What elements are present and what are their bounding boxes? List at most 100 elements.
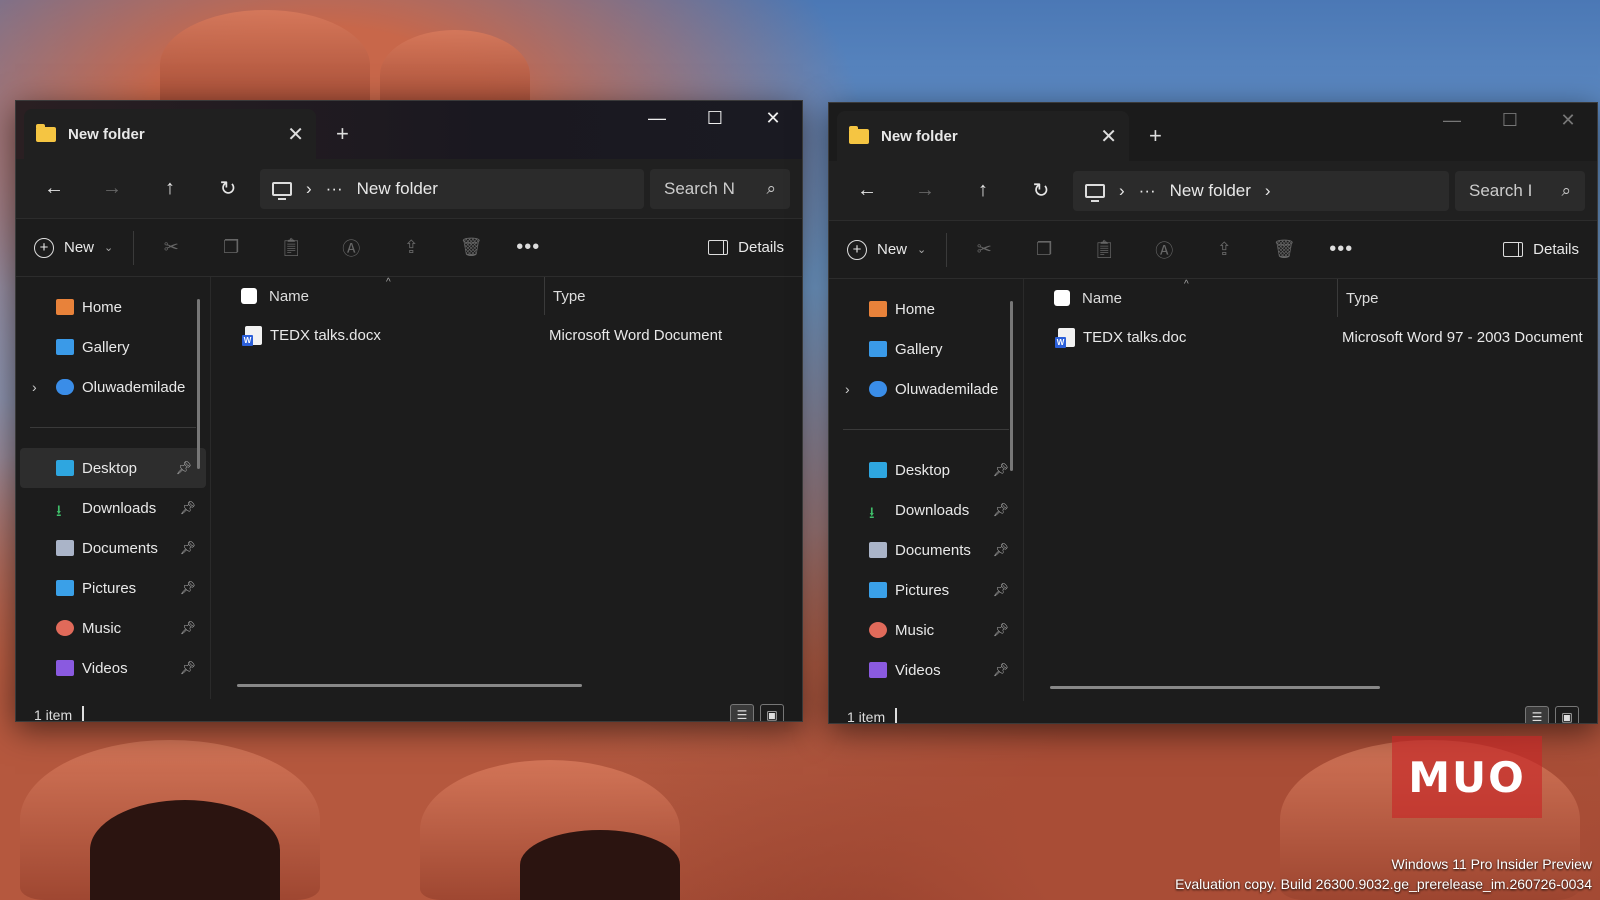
new-label: New [877, 241, 908, 258]
share-icon[interactable]: ⇪ [388, 237, 434, 258]
sidebar-item-desktop[interactable]: Desktop 📌︎ [829, 450, 1023, 490]
back-button[interactable]: ← [841, 173, 893, 209]
sidebar-item-desktop[interactable]: Desktop 📌︎ [20, 448, 206, 488]
close-tab-icon[interactable]: ✕ [1100, 124, 1117, 149]
sidebar-item-gallery[interactable]: Gallery [16, 327, 210, 367]
file-row[interactable]: TEDX talks.doc Microsoft Word 97 - 2003 … [1024, 317, 1597, 357]
breadcrumb[interactable]: New folder [1170, 181, 1251, 201]
chevron-right-icon[interactable]: › [1119, 181, 1125, 201]
tiles-view-icon[interactable]: ▣ [1555, 706, 1579, 723]
more-options-icon[interactable]: ••• [516, 236, 540, 259]
more-options-icon[interactable]: ••• [1329, 238, 1353, 261]
new-tab-button[interactable]: + [336, 121, 349, 147]
expand-chevron-icon[interactable]: › [32, 379, 37, 395]
sidebar-divider [843, 429, 1009, 430]
sidebar-item-documents[interactable]: Documents 📌︎ [829, 530, 1023, 570]
sidebar-item-gallery[interactable]: Gallery [829, 329, 1023, 369]
search-input[interactable]: Search I ⌕ [1455, 170, 1585, 211]
column-header-type[interactable]: Type [544, 277, 586, 315]
sidebar-item-downloads[interactable]: ⭳ Downloads 📌︎ [829, 490, 1023, 530]
column-header-type[interactable]: Type [1337, 279, 1379, 317]
refresh-button[interactable]: ↻ [1015, 173, 1067, 209]
rename-icon[interactable]: Ⓐ [1141, 237, 1187, 263]
up-button[interactable]: ↑ [957, 173, 1009, 209]
maximize-button[interactable]: ☐ [1481, 103, 1539, 137]
new-button[interactable]: + New ⌄ [847, 232, 948, 267]
close-window-button[interactable]: ✕ [1539, 103, 1597, 137]
sidebar-item-videos[interactable]: Videos 📌︎ [16, 648, 210, 688]
search-input[interactable]: Search N ⌕ [650, 168, 790, 209]
forward-button[interactable]: → [86, 171, 138, 207]
rename-icon[interactable]: Ⓐ [328, 235, 374, 261]
column-header-name[interactable]: Name [269, 288, 544, 305]
pin-icon: 📌︎ [992, 622, 1009, 637]
minimize-button[interactable]: — [1423, 103, 1481, 137]
tiles-view-icon[interactable]: ▣ [760, 704, 784, 721]
sidebar-item-pictures[interactable]: Pictures 📌︎ [16, 568, 210, 608]
more-breadcrumbs-icon[interactable]: ··· [326, 179, 343, 199]
column-header-name[interactable]: Name [1082, 290, 1337, 307]
expand-chevron-icon[interactable]: › [845, 381, 850, 397]
cut-icon[interactable]: ✂ [961, 239, 1007, 260]
details-view-icon[interactable]: ☰ [1525, 706, 1549, 723]
select-all-checkbox[interactable] [241, 288, 257, 304]
tab-label: New folder [68, 125, 145, 143]
sidebar-item-music[interactable]: Music 📌︎ [16, 608, 210, 648]
sidebar-scrollbar[interactable] [1010, 301, 1013, 471]
documents-icon [869, 542, 887, 558]
maximize-button[interactable]: ☐ [686, 101, 744, 135]
select-all-checkbox[interactable] [1054, 290, 1070, 306]
pin-icon: 📌︎ [179, 660, 196, 675]
details-view-icon[interactable]: ☰ [730, 704, 754, 721]
file-row[interactable]: TEDX talks.docx Microsoft Word Document [211, 315, 802, 355]
back-button[interactable]: ← [28, 171, 80, 207]
chevron-right-icon[interactable]: › [306, 179, 312, 199]
status-bar: 1 item ☰ ▣ [829, 701, 1597, 723]
sidebar-item-music[interactable]: Music 📌︎ [829, 610, 1023, 650]
window-controls: — ☐ ✕ [1423, 103, 1597, 137]
music-icon [869, 622, 887, 638]
navigation-pane: Home Gallery › Oluwademilade Desktop 📌︎ … [16, 277, 211, 699]
address-bar[interactable]: › ··· New folder [260, 168, 644, 209]
sidebar-item-onedrive[interactable]: › Oluwademilade [16, 367, 210, 407]
minimize-button[interactable]: — [628, 101, 686, 135]
new-button[interactable]: + New ⌄ [34, 230, 135, 265]
onedrive-cloud-icon [869, 381, 887, 397]
documents-icon [56, 540, 74, 556]
paste-icon[interactable]: 📋︎ [1081, 239, 1127, 260]
breadcrumb[interactable]: New folder [357, 179, 438, 199]
forward-button[interactable]: → [899, 173, 951, 209]
command-bar: + New ⌄ ✂ ❐ 📋︎ Ⓐ ⇪ 🗑︎ ••• Details [829, 221, 1597, 279]
sidebar-item-home[interactable]: Home [829, 289, 1023, 329]
cut-icon[interactable]: ✂ [148, 237, 194, 258]
address-bar[interactable]: › ··· New folder › [1073, 170, 1449, 211]
paste-icon[interactable]: 📋︎ [268, 237, 314, 258]
copy-icon[interactable]: ❐ [208, 237, 254, 258]
tab-new-folder[interactable]: New folder ✕ [837, 111, 1129, 161]
details-button[interactable]: Details [708, 239, 784, 256]
sidebar-item-documents[interactable]: Documents 📌︎ [16, 528, 210, 568]
delete-icon[interactable]: 🗑︎ [1261, 239, 1307, 260]
delete-icon[interactable]: 🗑︎ [448, 237, 494, 258]
copy-icon[interactable]: ❐ [1021, 239, 1067, 260]
more-breadcrumbs-icon[interactable]: ··· [1139, 181, 1156, 201]
close-window-button[interactable]: ✕ [744, 101, 802, 135]
chevron-right-icon[interactable]: › [1265, 181, 1271, 201]
horizontal-scrollbar[interactable] [1050, 686, 1380, 689]
refresh-button[interactable]: ↻ [202, 171, 254, 207]
sidebar-item-onedrive[interactable]: › Oluwademilade [829, 369, 1023, 409]
sidebar-item-videos[interactable]: Videos 📌︎ [829, 650, 1023, 690]
tab-new-folder[interactable]: New folder ✕ [24, 109, 316, 159]
share-icon[interactable]: ⇪ [1201, 239, 1247, 260]
up-button[interactable]: ↑ [144, 171, 196, 207]
close-tab-icon[interactable]: ✕ [287, 122, 304, 147]
sidebar-item-pictures[interactable]: Pictures 📌︎ [829, 570, 1023, 610]
horizontal-scrollbar[interactable] [237, 684, 582, 687]
details-button[interactable]: Details [1503, 241, 1579, 258]
new-tab-button[interactable]: + [1149, 123, 1162, 149]
sidebar-scrollbar[interactable] [197, 299, 200, 469]
sidebar-item-downloads[interactable]: ⭳ Downloads 📌︎ [16, 488, 210, 528]
sidebar-item-home[interactable]: Home [16, 287, 210, 327]
sidebar-item-label: Gallery [82, 338, 130, 356]
navigation-bar: ← → ↑ ↻ › ··· New folder Search N ⌕ [16, 159, 802, 219]
